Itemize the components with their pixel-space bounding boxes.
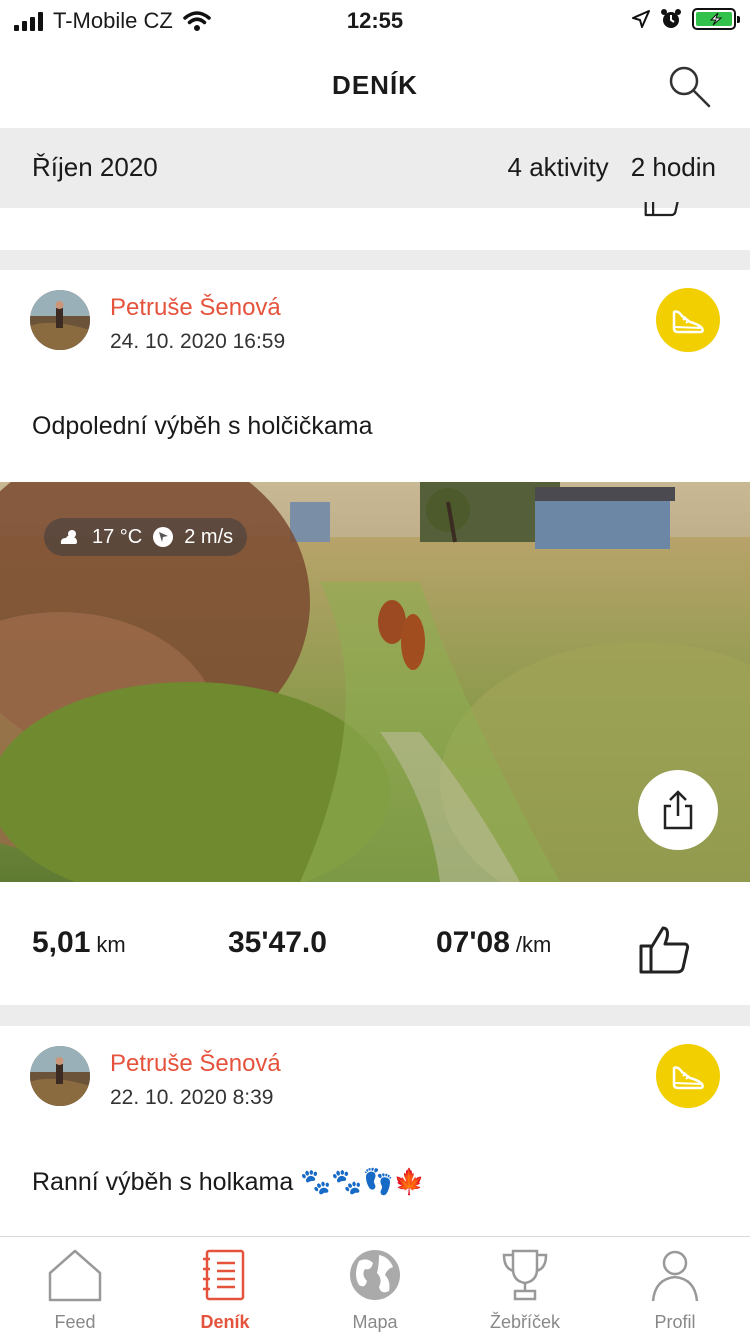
activity-stats: 5,01 km 35'47.0 07'08/km <box>0 882 750 1005</box>
partly-sunny-icon <box>60 530 77 544</box>
tab-label: Profil <box>654 1312 696 1332</box>
activity-count: 4 aktivity <box>507 152 609 182</box>
status-bar: T-Mobile CZ 12:55 <box>0 0 750 42</box>
status-right <box>632 8 740 30</box>
activity-description: Odpolední výběh s holčičkama <box>32 412 373 440</box>
search-icon[interactable] <box>664 62 712 110</box>
tab-label: Feed <box>54 1312 96 1332</box>
previous-activity-card <box>0 202 750 250</box>
activity-date: 24. 10. 2020 16:59 <box>110 330 286 353</box>
month-summary-bar: Říjen 2020 4 aktivity 2 hodin <box>0 128 750 208</box>
globe-icon <box>350 1250 400 1300</box>
distance-unit: km <box>96 932 126 957</box>
alarm-icon <box>661 9 681 28</box>
pace-value: 07'08 <box>436 926 510 959</box>
like-icon-partial <box>642 202 682 218</box>
avatar[interactable] <box>30 1046 90 1106</box>
user-name[interactable]: Petruše Šenová <box>110 294 281 322</box>
temperature: 17 °C <box>92 525 143 548</box>
trophy-icon <box>502 1249 548 1301</box>
tab-feed[interactable]: Feed <box>0 1245 150 1333</box>
tab-bar: Feed Deník Mapa Žebříček Profil <box>0 1236 750 1334</box>
share-button[interactable] <box>638 770 718 850</box>
tab-mapa[interactable]: Mapa <box>300 1245 450 1333</box>
page-title: DENÍK <box>332 70 418 100</box>
tab-zebricek[interactable]: Žebříček <box>450 1245 600 1333</box>
tab-label: Mapa <box>352 1312 398 1332</box>
location-arrow-icon <box>632 10 650 28</box>
tab-profil[interactable]: Profil <box>600 1245 750 1333</box>
distance-value: 5,01 <box>32 926 91 959</box>
month-label: Říjen 2020 <box>32 152 158 182</box>
duration-value: 35'47.0 <box>228 926 327 959</box>
battery-icon <box>692 8 740 30</box>
notebook-icon <box>203 1249 245 1301</box>
like-icon[interactable] <box>638 922 692 976</box>
share-icon <box>663 790 693 830</box>
activity-date: 22. 10. 2020 8:39 <box>110 1086 274 1109</box>
user-name[interactable]: Petruše Šenová <box>110 1050 281 1078</box>
home-icon <box>48 1249 102 1302</box>
pace-stat: 07'08/km <box>436 926 551 960</box>
activity-photo[interactable]: 17 °C 2 m/s <box>0 482 750 882</box>
person-icon <box>651 1250 699 1302</box>
duration-stat: 35'47.0 <box>228 926 327 960</box>
tab-label: Deník <box>200 1312 250 1332</box>
total-duration: 2 hodin <box>630 152 716 182</box>
activity-description: Ranní výběh s holkama 🐾🐾👣🍁 <box>32 1168 425 1196</box>
navigation-bar: DENÍK <box>0 42 750 128</box>
activity-card[interactable]: Petruše Šenová 22. 10. 2020 8:39 Ranní v… <box>0 1026 750 1236</box>
distance-stat: 5,01 km <box>32 926 126 960</box>
pace-unit: /km <box>515 932 552 957</box>
activity-card[interactable]: Petruše Šenová 24. 10. 2020 16:59 Odpole… <box>0 270 750 1005</box>
weather-badge: 17 °C 2 m/s <box>44 518 248 556</box>
wind-speed: 2 m/s <box>184 525 234 548</box>
tab-label: Žebříček <box>489 1312 561 1332</box>
running-shoe-icon <box>656 288 720 352</box>
avatar[interactable] <box>30 290 90 350</box>
tab-denik[interactable]: Deník <box>150 1245 300 1333</box>
wind-direction-icon <box>153 527 174 547</box>
running-shoe-icon <box>656 1044 720 1108</box>
